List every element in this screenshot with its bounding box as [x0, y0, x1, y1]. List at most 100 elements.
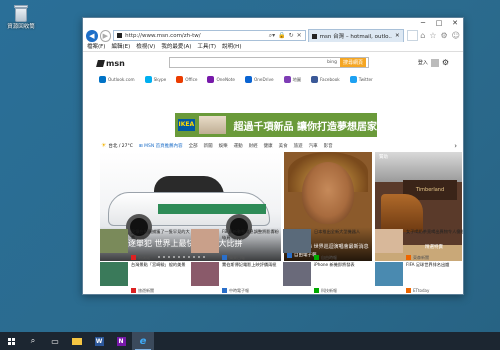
news-source: 自由時報 [314, 255, 375, 261]
news-title: 日本推出全新大型機器人 [314, 229, 361, 234]
source-badge-icon [406, 254, 411, 260]
tab-msn[interactable]: msn 台灣 – hotmail, outlo... ✕ [307, 29, 404, 42]
file-explorer-icon[interactable] [66, 332, 88, 350]
favorites-star-icon[interactable]: ☆ [429, 31, 436, 40]
menu-file[interactable]: 檔案(F) [87, 43, 105, 51]
news-title: 賈伯斯傳記電影上映評價兩極 [222, 262, 277, 267]
news-source-label: ETtoday [413, 287, 430, 293]
news-card[interactable]: 台灣景點「宮崎駿」般的美景旅遊新聞 [100, 262, 192, 293]
taskbar: ⌕ ▭ W N e [0, 332, 500, 350]
news-source: ETtoday [406, 288, 463, 294]
news-card[interactable]: 日本推出全新大型機器人自由時報 [283, 229, 375, 260]
taskbar-search-icon[interactable]: ⌕ [22, 332, 44, 350]
news-card[interactable]: 民眾在街頭捕獲了一隻罕見的大鷹新頭殼 [100, 229, 192, 260]
news-thumbnail [191, 229, 219, 253]
title-bar: ─ □ ✕ [83, 18, 463, 28]
lock-icon: 🔒 [278, 32, 286, 39]
word-icon[interactable]: W [88, 332, 110, 350]
news-source: 科技新報 [314, 288, 375, 294]
news-meta: FIFA 足球世界排名出爐 ETtoday [406, 262, 463, 293]
news-source-label: 蘋果日報 [229, 254, 245, 260]
menu-bar: 檔案(F) 編輯(E) 檢視(V) 我的最愛(A) 工具(T) 說明(H) [83, 43, 463, 52]
favicon-msn-icon [117, 33, 123, 38]
source-badge-icon [222, 254, 227, 260]
news-title: 民眾在街頭捕獲了一隻罕見的大鷹 [131, 229, 190, 240]
back-button[interactable]: ◀ [86, 29, 98, 42]
news-title: 女子喝奶茶竟喝出異物令人傻眼 [406, 229, 463, 234]
source-badge-icon [314, 254, 319, 260]
menu-tools[interactable]: 工具(T) [197, 43, 216, 51]
onenote-icon[interactable]: N [110, 332, 132, 350]
minimize-button[interactable]: ─ [415, 18, 431, 28]
desktop: 資源回收筒 ─ □ ✕ ◀ ▶ http://www.msn.com/zh-tw… [0, 0, 500, 332]
windows-logo-icon [7, 337, 15, 345]
source-badge-icon [131, 287, 136, 293]
news-thumbnail [375, 229, 403, 253]
news-source: 新頭殼 [131, 255, 192, 261]
address-bar[interactable]: http://www.msn.com/zh-tw/ ⌕▾ 🔒 ↻ ✕ [113, 30, 306, 41]
menu-view[interactable]: 檢視(V) [136, 43, 155, 51]
news-card[interactable]: FB 最新動態消息調整將影響粉絲頁蘋果日報 [191, 229, 283, 260]
source-badge-icon [314, 287, 319, 293]
task-view-icon[interactable]: ▭ [44, 332, 66, 350]
news-source: 蘋果日報 [222, 255, 283, 261]
news-thumbnail [191, 262, 219, 286]
smiley-icon[interactable]: ☺ [452, 31, 460, 40]
tab-close-icon[interactable]: ✕ [395, 33, 400, 39]
news-source-label: 中時電子報 [229, 287, 249, 293]
msn-page: msn bing 搜尋網頁 登入 ⚙ Outlook.com Skype Offic… [83, 53, 463, 294]
menu-favorites[interactable]: 我的最愛(A) [161, 43, 191, 51]
news-card[interactable]: 女子喝奶茶竟喝出異物令人傻眼東森新聞 [375, 229, 463, 260]
start-button[interactable] [0, 332, 22, 350]
recycle-bin[interactable]: 資源回收筒 [4, 4, 38, 31]
nav-row: ◀ ▶ http://www.msn.com/zh-tw/ ⌕▾ 🔒 ↻ ✕ m… [83, 28, 463, 43]
source-badge-icon [131, 254, 136, 260]
recycle-bin-label: 資源回收筒 [7, 24, 35, 30]
maximize-button[interactable]: □ [431, 18, 447, 28]
internet-explorer-icon[interactable]: e [132, 332, 154, 350]
source-badge-icon [222, 287, 227, 293]
settings-gear-icon[interactable]: ⚙ [440, 31, 447, 40]
tab-title: msn 台灣 – hotmail, outlo... [319, 34, 393, 40]
menu-edit[interactable]: 編輯(E) [111, 43, 130, 51]
stop-icon[interactable]: ✕ [297, 32, 302, 39]
news-title: FIFA 足球世界排名出爐 [406, 262, 450, 267]
new-tab-button[interactable] [406, 30, 419, 41]
news-source-label: 科技新報 [321, 287, 337, 293]
recycle-bin-icon [13, 4, 29, 22]
close-button[interactable]: ✕ [447, 18, 463, 28]
news-card[interactable]: 賈伯斯傳記電影上映評價兩極中時電子報 [191, 262, 283, 293]
news-meta: 女子喝奶茶竟喝出異物令人傻眼東森新聞 [406, 229, 463, 260]
toolbar-icons: ⌂ ☆ ⚙ ☺ [420, 31, 460, 40]
url-text[interactable]: http://www.msn.com/zh-tw/ [125, 33, 266, 39]
news-card[interactable]: FIFA 足球世界排名出爐 ETtoday [375, 262, 463, 293]
news-thumbnail [283, 262, 311, 286]
news-thumbnail [375, 262, 403, 286]
news-meta: FB 最新動態消息調整將影響粉絲頁蘋果日報 [222, 229, 283, 260]
news-meta: 日本推出全新大型機器人自由時報 [314, 229, 375, 260]
source-badge-icon [406, 287, 411, 293]
news-source-label: 自由時報 [321, 254, 337, 260]
news-thumbnail [100, 262, 128, 286]
news-grid: 民眾在街頭捕獲了一隻罕見的大鷹 新頭殼 FB 最新動態消息調整將影響粉絲頁 蘋果日報日… [83, 53, 463, 294]
news-meta: 台灣景點「宮崎駿」般的美景旅遊新聞 [131, 262, 192, 293]
news-title: iPhone 新機即將發表 [314, 262, 355, 267]
news-title: 台灣景點「宮崎駿」般的美景 [131, 262, 186, 267]
forward-button[interactable]: ▶ [99, 29, 112, 42]
news-title: FB 最新動態消息調整將影響粉絲頁 [222, 229, 279, 240]
refresh-icon[interactable]: ↻ [289, 32, 294, 39]
news-source-label: 旅遊新聞 [138, 287, 154, 293]
news-source-label: 新頭殼 [138, 254, 150, 260]
news-source: 旅遊新聞 [131, 288, 192, 294]
news-meta: 賈伯斯傳記電影上映評價兩極中時電子報 [222, 262, 283, 293]
news-thumbnail [283, 229, 311, 253]
news-source-label: 東森新聞 [413, 254, 429, 260]
menu-help[interactable]: 說明(H) [222, 43, 241, 51]
news-meta: 民眾在街頭捕獲了一隻罕見的大鷹新頭殼 [131, 229, 192, 260]
home-icon[interactable]: ⌂ [420, 31, 425, 40]
news-card[interactable]: iPhone 新機即將發表科技新報 [283, 262, 375, 293]
news-source: 中時電子報 [222, 288, 283, 294]
news-source: 東森新聞 [406, 255, 463, 261]
browser-window: ─ □ ✕ ◀ ▶ http://www.msn.com/zh-tw/ ⌕▾ 🔒… [82, 17, 464, 295]
search-dropdown-icon[interactable]: ⌕▾ [269, 32, 275, 40]
